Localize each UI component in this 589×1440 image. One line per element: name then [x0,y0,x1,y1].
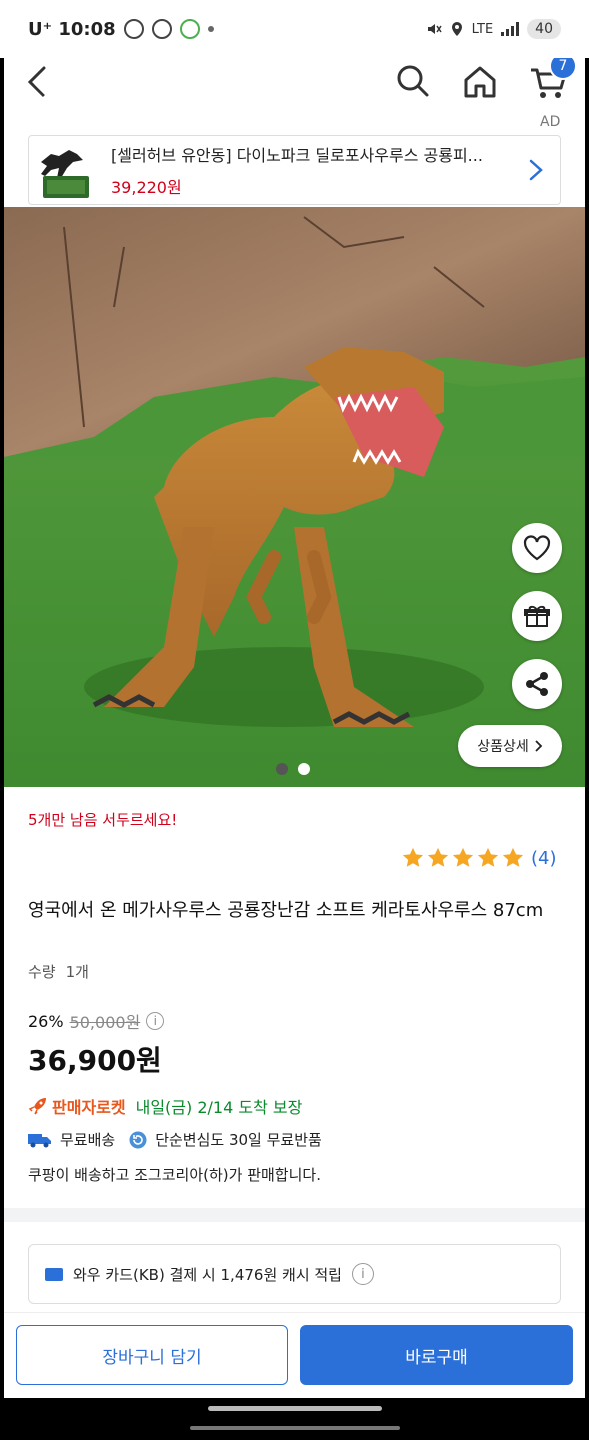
ad-tag: AD [540,114,561,130]
card-offer-text: 와우 카드(KB) 결제 시 1,476원 캐시 적립 [73,1265,342,1284]
network-type: LTE [471,21,494,37]
notification-app-icon [123,19,144,39]
status-time: U⁺ 10:08 [28,18,116,40]
ad-title: [셀러허브 유안동] 다이노파크 딜로포사우루스 공룡피... [111,146,483,165]
gift-button[interactable] [512,591,562,641]
delivery-row: 판매자로켓 내일(금) 2/14 도착 보장 [28,1094,302,1118]
chevron-right-icon [535,740,543,752]
original-price: 50,000원 [69,1013,141,1032]
heart-icon [523,535,551,561]
signal-icon [501,22,520,36]
mute-icon [427,24,442,34]
pager-dot [298,763,310,775]
chevron-right-icon [529,159,543,181]
search-icon[interactable] [396,64,430,98]
cart-count-badge: 7 [549,58,577,80]
return-icon [129,1131,147,1148]
product-photo [4,207,585,787]
location-icon [451,22,462,36]
product-title: 영국에서 온 메가사우루스 공룡장난감 소프트 케라토사우루스 87cm [28,900,544,921]
gesture-handle[interactable] [208,1406,382,1411]
truck-icon [28,1133,51,1147]
star-icon [427,847,449,867]
stock-warning: 5개만 남음 서두르세요! [28,811,178,829]
top-nav: 7 AD [4,58,585,132]
star-icon [402,847,424,867]
bottom-action-bar: 장바구니 담기 바로구매 [4,1312,585,1398]
home-icon[interactable] [462,64,498,100]
seller-note: 쿠팡이 배송하고 조그코리아(하)가 판매합니다. [28,1166,321,1184]
product-detail-button[interactable]: 상품상세 [458,725,562,767]
buy-now-button[interactable]: 바로구매 [300,1325,573,1385]
wishlist-button[interactable] [512,523,562,573]
discount-row: 26% 50,000원 i [28,1009,165,1033]
credit-card-icon [45,1267,63,1281]
share-button[interactable] [512,659,562,709]
rocket-label: 판매자로켓 [52,1098,126,1117]
section-divider [4,1208,585,1222]
ad-thumbnail [35,140,95,200]
gift-icon [524,605,550,627]
system-nav-bar [0,1398,589,1440]
carousel-pager [276,763,310,775]
free-shipping-label: 무료배송 [60,1131,116,1149]
sale-price: 36,900원 [28,1044,162,1077]
product-image-carousel[interactable]: 상품상세 [4,207,585,787]
star-icon [452,847,474,867]
quantity-value: 1개 [65,963,89,981]
gesture-bar [190,1426,400,1430]
quantity-row: 수량 1개 [28,961,89,982]
card-info-icon[interactable]: i [351,1263,374,1285]
rating[interactable]: (4) [402,847,557,869]
star-icon [502,847,524,867]
review-count: (4) [531,847,557,869]
quantity-label: 수량 [28,963,56,981]
card-offer-box[interactable]: 와우 카드(KB) 결제 시 1,476원 캐시 적립 i [28,1244,561,1304]
free-return-label: 단순변심도 30일 무료반품 [155,1131,322,1149]
add-to-cart-button[interactable]: 장바구니 담기 [16,1325,288,1385]
price-info-icon[interactable]: i [146,1012,165,1030]
share-icon [526,672,548,696]
product-detail-label: 상품상세 [477,739,529,755]
perks-row: 무료배송 단순변심도 30일 무료반품 [28,1129,322,1150]
close-icon[interactable] [32,80,62,110]
status-bar: U⁺ 10:08 LTE 40 [0,0,589,58]
discount-percent: 26% [28,1011,64,1031]
delivery-eta: 내일(금) 2/14 도착 보장 [135,1098,303,1117]
pager-dot-active [276,763,288,775]
ad-banner[interactable]: [셀러허브 유안동] 다이노파크 딜로포사우루스 공룡피... 39,220원 [28,135,561,205]
rocket-icon [28,1098,46,1115]
more-notifications-icon [207,26,214,32]
green-app-icon [179,19,200,39]
battery-level: 40 [527,19,561,39]
ad-price: 39,220원 [111,178,182,197]
talk-app-icon [151,19,172,39]
product-screen: 7 AD [셀러허브 유안동] 다이노파크 딜로포사우루스 공룡피... 39,… [4,58,585,1398]
star-icon [477,847,499,867]
